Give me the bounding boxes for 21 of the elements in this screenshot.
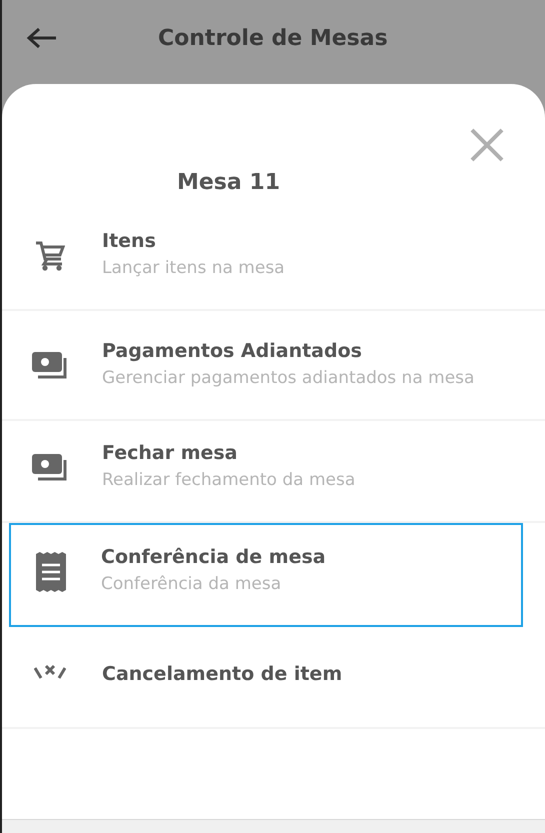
page-title: Controle de Mesas <box>158 26 388 50</box>
cash-icon <box>32 352 68 380</box>
menu-item[interactable]: Fechar mesa Realizar fechamento da mesa <box>2 421 545 523</box>
item-title: Cancelamento de item <box>102 663 342 685</box>
sheet-title: Mesa 11 <box>176 170 282 195</box>
item-title: Fechar mesa <box>102 442 239 464</box>
item-description: Conferência da mesa <box>101 573 282 596</box>
menu-item[interactable]: Conferência de mesa Conferência da mesa <box>9 523 523 627</box>
cash-icon <box>32 454 68 482</box>
item-description: Realizar fechamento da mesa <box>102 469 356 492</box>
item-title: Pagamentos Adiantados <box>102 340 363 362</box>
item-title: Itens <box>102 230 157 252</box>
item-title: Conferência de mesa <box>101 546 326 568</box>
item-description: Lançar itens na mesa <box>102 257 285 280</box>
menu-item[interactable]: Itens Lançar itens na mesa <box>2 209 545 311</box>
receipt-icon <box>36 552 66 592</box>
item-description: Gerenciar pagamentos adiantados na mesa <box>102 367 474 390</box>
cart-icon <box>35 240 65 272</box>
menu-item[interactable]: Pagamentos Adiantados Gerenciar pagamentos adiantados na mesa <box>2 311 545 421</box>
menu-item[interactable]: Cancelamento de item <box>2 627 545 729</box>
back-arrow-icon[interactable] <box>26 26 58 50</box>
